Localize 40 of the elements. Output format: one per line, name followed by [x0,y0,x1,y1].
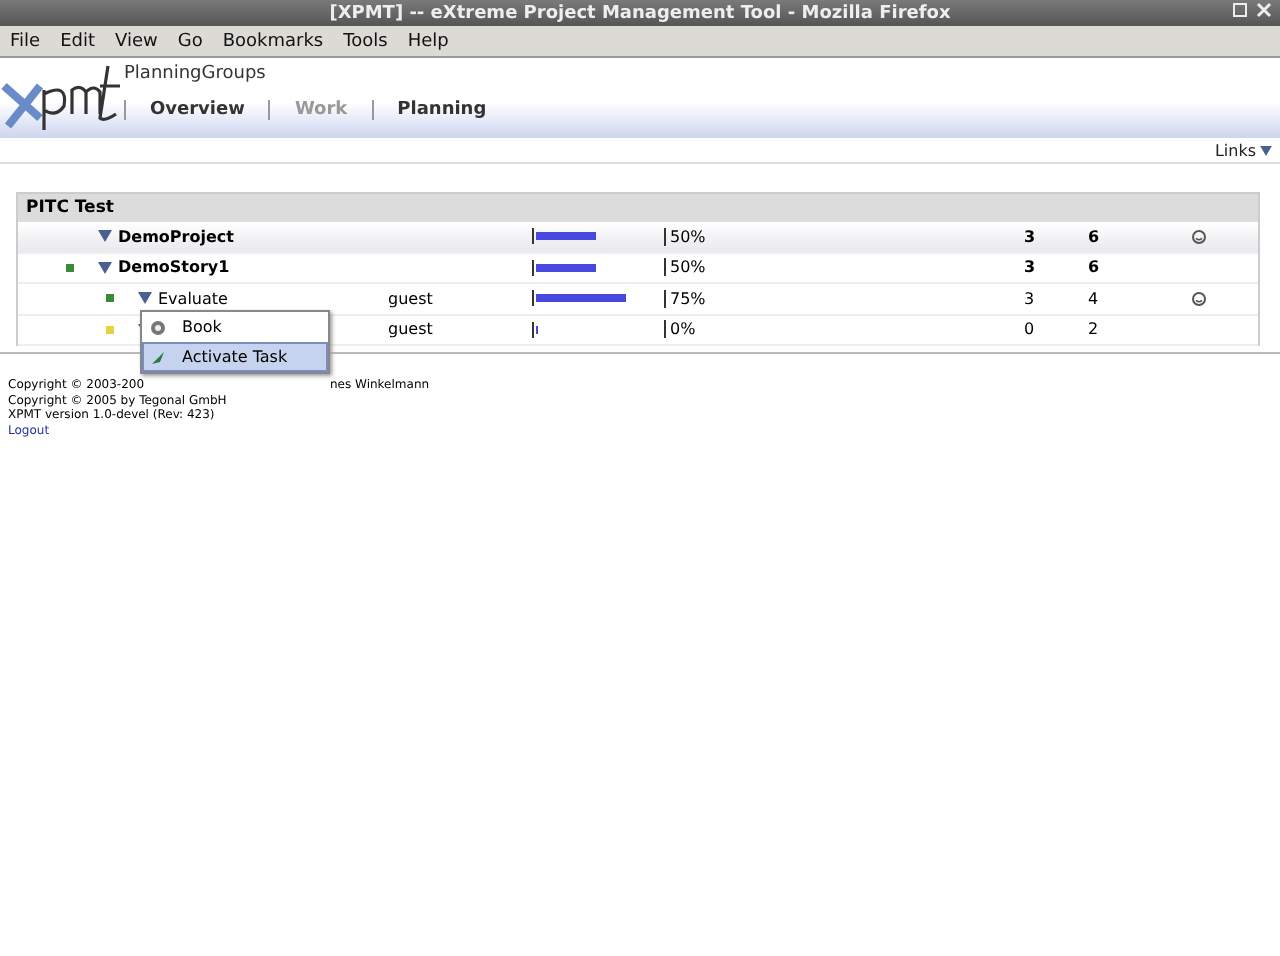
close-icon[interactable] [1256,2,1272,18]
table-cell-text: 6 [1088,227,1102,246]
item-name[interactable]: Evaluate [158,289,228,308]
context-menu-item[interactable]: Book [142,312,328,342]
item-name[interactable]: DemoProject [118,227,234,246]
table-cell-text: 3 [1024,227,1038,246]
percent-text: 50% [664,258,706,277]
links-menu[interactable]: Links [1214,141,1272,159]
expand-triangle-icon[interactable] [138,292,152,305]
table-cell-text: 4 [1088,289,1101,308]
menu-item[interactable]: Go [177,31,203,51]
item-name[interactable]: DemoStory1 [118,258,230,277]
nav-tab[interactable]: Planning [371,100,511,120]
menu-item[interactable]: Tools [343,31,388,51]
expand-triangle-icon[interactable] [98,230,112,243]
percent-text: 50% [664,227,706,246]
context-menu-item[interactable]: Activate Task [142,342,328,372]
menu-item[interactable]: Bookmarks [222,31,324,51]
user-name: guest [388,320,433,339]
percent-text: 75% [664,289,706,308]
expand-triangle-icon[interactable] [98,261,112,274]
table-cell-text: 3 [1024,289,1037,308]
table-cell-text: 0 [1024,320,1037,339]
section-title: PITC Test [18,194,1258,222]
menu-item[interactable]: Edit [60,31,95,51]
smiley-icon[interactable] [1192,229,1206,244]
menu-item[interactable]: File [10,31,41,51]
table-cell-text: 2 [1088,320,1101,339]
user-name: guest [388,289,433,308]
group-title: PlanningGroups [124,64,268,84]
window-title: [XPMT] -- eXtreme Project Management Tool - Mozilla Firefox [0,0,1280,26]
table-cell-text: 6 [1088,258,1102,277]
table-cell-text: 3 [1024,258,1038,277]
menu-item[interactable]: Help [407,31,449,51]
percent-text: 0% [664,320,696,339]
menu-item[interactable]: View [115,31,158,51]
smiley-icon[interactable] [1192,291,1206,306]
nav-tab[interactable]: Overview [124,100,269,120]
dropdown-triangle-icon[interactable] [1260,145,1272,155]
maximize-icon[interactable] [1232,2,1248,18]
